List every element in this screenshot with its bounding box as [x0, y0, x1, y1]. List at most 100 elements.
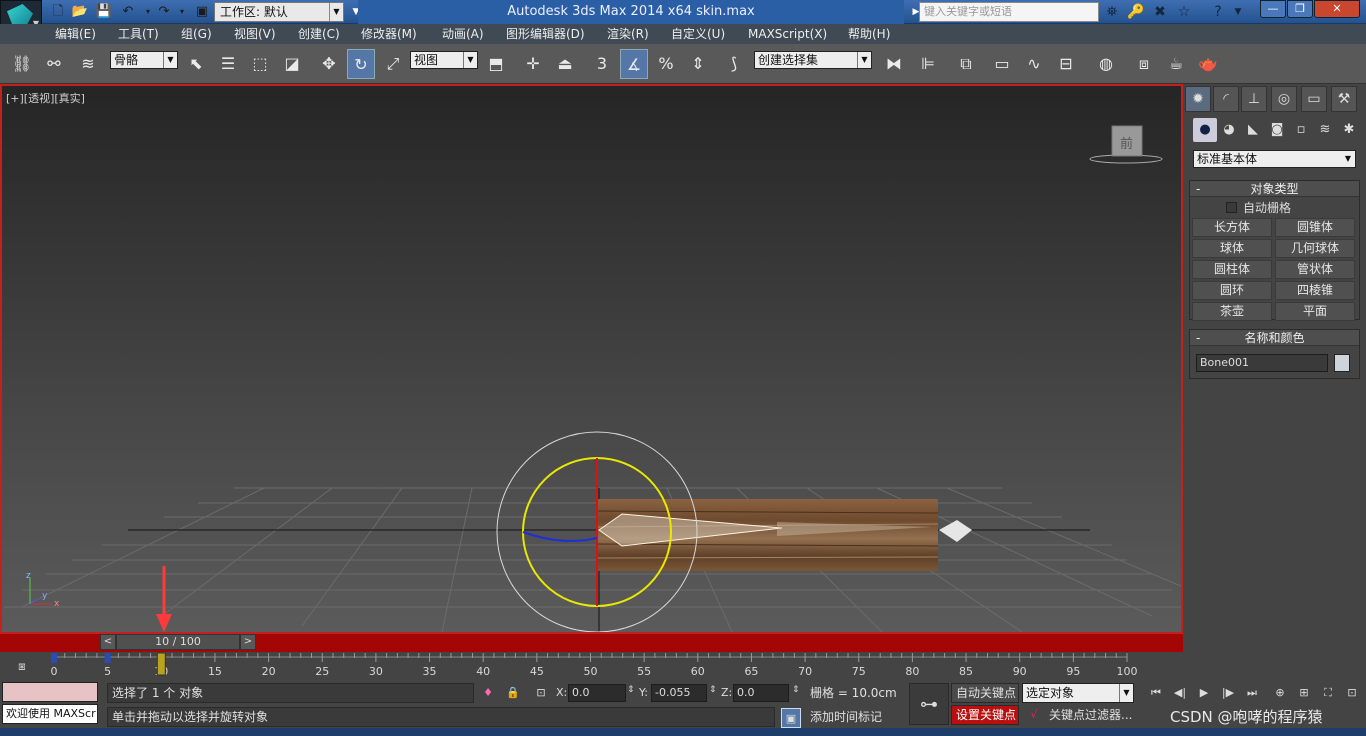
open-file-icon[interactable]: 📂	[70, 2, 90, 22]
goto-end-icon[interactable]: ⏭	[1242, 683, 1262, 703]
key-marker[interactable]	[104, 653, 111, 663]
motion-tab-icon[interactable]: ◎	[1271, 86, 1297, 112]
unlink-icon[interactable]: ⚯	[40, 49, 68, 79]
menu-modifiers[interactable]: 修改器(M)	[361, 24, 417, 44]
binoculars-icon[interactable]: ⛯	[1102, 2, 1122, 22]
menu-graph-editors[interactable]: 图形编辑器(D)	[506, 24, 585, 44]
selection-filter-dropdown[interactable]: 骨骼 ▼	[110, 51, 178, 69]
link-icon[interactable]: ⛓	[8, 49, 36, 79]
close-button[interactable]: ✕	[1314, 0, 1360, 18]
percent-snap-icon[interactable]: %	[652, 49, 680, 79]
help-dropdown-icon[interactable]: ▼	[1228, 2, 1248, 22]
isolate-selection-icon[interactable]: ♦	[478, 683, 498, 703]
helpers-category-icon[interactable]: ▫	[1289, 118, 1313, 142]
perspective-viewport[interactable]: z x y 前 [+][透视][真实]	[0, 84, 1183, 634]
key-filters-button[interactable]: 关键点过滤器...	[1044, 705, 1134, 725]
select-object-icon[interactable]: ⬉	[182, 49, 210, 79]
absolute-mode-icon[interactable]: ⊡	[531, 683, 551, 703]
move-icon[interactable]: ✥	[315, 49, 343, 79]
redo-dropdown-icon[interactable]: ▾	[172, 2, 192, 22]
set-key-icon[interactable]: ⊶	[909, 683, 949, 725]
maxscript-welcome[interactable]: 欢迎使用 MAXScr	[2, 704, 98, 724]
maximize-button[interactable]: ❐	[1287, 0, 1313, 18]
next-frame-icon[interactable]: |▶	[1218, 683, 1238, 703]
schematic-view-icon[interactable]: ⊟	[1052, 49, 1080, 79]
tube-button[interactable]: 管状体	[1275, 260, 1355, 279]
cylinder-button[interactable]: 圆柱体	[1192, 260, 1272, 279]
key-marker[interactable]	[51, 653, 57, 663]
spacewarps-category-icon[interactable]: ≋	[1313, 118, 1337, 142]
zoom-extents-all-icon[interactable]: ⊡	[1342, 683, 1362, 703]
sphere-button[interactable]: 球体	[1192, 239, 1272, 258]
render-setup-icon[interactable]: ⧈	[1130, 49, 1158, 79]
zoom-extents-icon[interactable]: ⛶	[1318, 683, 1338, 703]
save-file-icon[interactable]: 💾	[94, 2, 114, 22]
key-mode-dropdown[interactable]: 选定对象 ▼	[1022, 683, 1134, 703]
primitive-type-dropdown[interactable]: 标准基本体 ▼	[1193, 150, 1356, 168]
viewcube[interactable]: 前	[1089, 125, 1163, 164]
scale-icon[interactable]: ⤢	[379, 49, 407, 79]
lights-category-icon[interactable]: ◣	[1241, 118, 1265, 142]
pivot-center-icon[interactable]: ⬒	[482, 49, 510, 79]
reference-coord-dropdown[interactable]: 视图 ▼	[410, 51, 478, 69]
current-frame-marker[interactable]	[156, 652, 166, 676]
x-coordinate-field[interactable]: 0.0	[568, 684, 626, 702]
play-icon[interactable]: ▶	[1194, 683, 1214, 703]
minimize-button[interactable]: —	[1260, 0, 1286, 18]
selection-lock-icon[interactable]: 🔒	[503, 683, 523, 703]
create-tab-icon[interactable]: ✹	[1185, 86, 1211, 112]
modify-tab-icon[interactable]: ◜	[1213, 86, 1239, 112]
key-filter-curve-icon[interactable]: √	[1024, 705, 1044, 725]
menu-customize[interactable]: 自定义(U)	[671, 24, 725, 44]
cone-button[interactable]: 圆锥体	[1275, 218, 1355, 237]
prev-frame-icon[interactable]: ◀|	[1170, 683, 1190, 703]
goto-start-icon[interactable]: ⏮	[1146, 683, 1166, 703]
next-frame-arrow-icon[interactable]: >	[240, 634, 256, 650]
systems-category-icon[interactable]: ✱	[1337, 118, 1361, 142]
graphite-ribbon-icon[interactable]: ▭	[988, 49, 1016, 79]
bind-spacewarp-icon[interactable]: ≋	[74, 49, 102, 79]
menu-tools[interactable]: 工具(T)	[118, 24, 159, 44]
rect-selection-icon[interactable]: ⬚	[246, 49, 274, 79]
spinner-icon[interactable]: ⇕	[792, 685, 800, 695]
menu-edit[interactable]: 编辑(E)	[55, 24, 96, 44]
prev-frame-arrow-icon[interactable]: <	[100, 634, 116, 650]
spinner-icon[interactable]: ⇕	[709, 685, 717, 695]
autogrid-checkbox[interactable]: 自动栅格	[1226, 201, 1291, 215]
render-teapot-icon[interactable]: 🫖	[1194, 49, 1222, 79]
subscription-icon[interactable]: 🔑	[1126, 2, 1146, 22]
viewport-label[interactable]: [+][透视][真实]	[6, 90, 85, 106]
menu-animation[interactable]: 动画(A)	[442, 24, 484, 44]
spinner-icon[interactable]: ⇕	[627, 685, 635, 695]
help-icon[interactable]: ?	[1208, 2, 1228, 22]
y-coordinate-field[interactable]: -0.055	[651, 684, 707, 702]
redo-icon[interactable]: ↷	[154, 2, 174, 22]
plane-button[interactable]: 平面	[1275, 302, 1355, 321]
edit-named-selection-icon[interactable]: ⟆	[720, 49, 748, 79]
spinner-snap-icon[interactable]: ⇕	[684, 49, 712, 79]
window-crossing-icon[interactable]: ◪	[278, 49, 306, 79]
time-slider[interactable]: 10 / 100	[116, 634, 240, 650]
set-key-button[interactable]: 设置关键点	[951, 705, 1019, 725]
menu-help[interactable]: 帮助(H)	[848, 24, 890, 44]
curve-editor-icon[interactable]: ∿	[1020, 49, 1048, 79]
mirror-icon[interactable]: ⧓	[880, 49, 908, 79]
angle-snap-icon[interactable]: ∡	[620, 49, 648, 79]
keyboard-shortcut-override-icon[interactable]: ⏏	[551, 49, 579, 79]
rendered-frame-icon[interactable]: ☕	[1162, 49, 1190, 79]
auto-key-button[interactable]: 自动关键点	[951, 683, 1019, 703]
display-tab-icon[interactable]: ▭	[1301, 86, 1327, 112]
menu-group[interactable]: 组(G)	[181, 24, 212, 44]
name-color-header[interactable]: - 名称和颜色	[1190, 330, 1359, 346]
material-editor-icon[interactable]: ◍	[1092, 49, 1120, 79]
menu-create[interactable]: 创建(C)	[298, 24, 340, 44]
align-icon[interactable]: ⊫	[914, 49, 942, 79]
communication-icon[interactable]: ✖	[1150, 2, 1170, 22]
teapot-button[interactable]: 茶壶	[1192, 302, 1272, 321]
object-color-swatch[interactable]	[1334, 354, 1350, 372]
time-tag-icon[interactable]: ▣	[781, 708, 801, 728]
object-name-field[interactable]: Bone001	[1196, 354, 1328, 372]
menu-rendering[interactable]: 渲染(R)	[607, 24, 649, 44]
object-type-header[interactable]: - 对象类型	[1190, 181, 1359, 197]
rotate-icon[interactable]: ↻	[347, 49, 375, 79]
